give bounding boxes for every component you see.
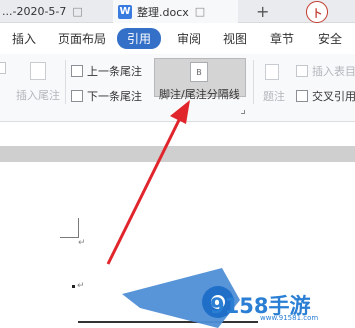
red-arrow-head <box>170 100 190 124</box>
overlay-graphics <box>106 100 240 328</box>
red-arrow-shaft <box>106 113 184 265</box>
watermark-url: www.91581.com <box>260 314 319 322</box>
